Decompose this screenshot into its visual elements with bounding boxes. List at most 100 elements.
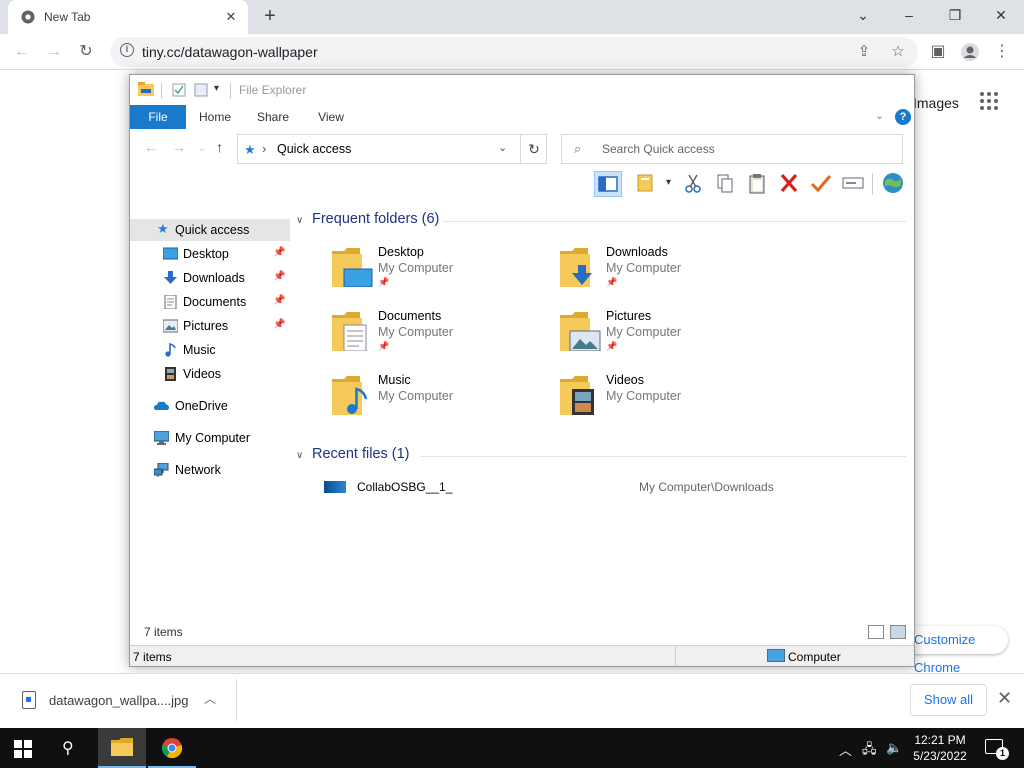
new-folder-qat-icon[interactable] <box>194 83 208 97</box>
properties-qat-icon[interactable] <box>172 83 186 97</box>
nav-item-network[interactable]: Network <box>130 459 290 481</box>
status-location: Computer <box>788 650 841 664</box>
recent-locations-icon[interactable]: ⌄ <box>198 143 206 154</box>
explorer-forward-icon[interactable]: → <box>172 139 186 155</box>
nav-item-quick-access[interactable]: ★ Quick access <box>130 219 290 241</box>
up-folder-icon[interactable]: ↑ <box>216 139 223 155</box>
ribbon-tab-share[interactable]: Share <box>250 105 296 129</box>
group-divider <box>420 456 906 457</box>
ribbon-expand-icon[interactable]: ⌄ <box>875 109 884 122</box>
bookmark-star-icon[interactable]: ☆ <box>890 44 906 60</box>
collapse-chevron-icon[interactable]: ∨ <box>296 450 312 461</box>
forward-button[interactable]: → <box>42 40 66 64</box>
site-info-icon[interactable]: i <box>120 43 134 57</box>
pin-icon[interactable]: 📌 <box>273 247 285 258</box>
action-center-icon[interactable]: 1 <box>985 739 1009 760</box>
nav-item-music[interactable]: Music <box>130 339 290 361</box>
tab-close-icon[interactable]: ✕ <box>222 8 240 26</box>
nav-item-videos[interactable]: Videos <box>130 363 290 385</box>
customize-chrome-button[interactable]: Customize Chrome <box>900 626 1008 675</box>
frequent-folders-header[interactable]: ∨ Frequent folders (6) <box>296 211 439 233</box>
nav-item-desktop[interactable]: Desktop 📌 <box>130 243 290 265</box>
taskbar-chrome[interactable] <box>148 728 196 768</box>
ribbon-tab-view[interactable]: View <box>308 105 354 129</box>
minimize-button[interactable]: – <box>886 0 932 32</box>
recent-files-header[interactable]: ∨ Recent files (1) <box>296 446 410 468</box>
folder-tile-desktop[interactable]: Desktop My Computer 📌 <box>332 243 552 303</box>
windows-start-icon[interactable] <box>14 740 32 758</box>
breadcrumb-quick-access[interactable]: Quick access <box>277 142 351 156</box>
nav-label: Quick access <box>175 223 250 237</box>
folder-tile-pictures[interactable]: Pictures My Computer 📌 <box>560 307 780 367</box>
network-globe-button[interactable] <box>880 171 908 197</box>
chrome-menu-icon[interactable]: ⋮ <box>990 40 1014 64</box>
url-text[interactable]: tiny.cc/datawagon-wallpaper <box>142 44 318 60</box>
share-icon[interactable]: ⇪ <box>856 44 872 60</box>
paste-icon <box>749 174 765 194</box>
reload-button[interactable]: ↻ <box>74 40 98 64</box>
recent-file-row[interactable]: CollabOSBG__1_ My Computer\Downloads <box>324 476 884 498</box>
ribbon-tab-home[interactable]: Home <box>192 105 238 129</box>
ribbon-tab-file[interactable]: File <box>130 105 186 129</box>
explorer-back-icon[interactable]: ← <box>144 139 158 155</box>
folder-tile-downloads[interactable]: Downloads My Computer 📌 <box>560 243 780 303</box>
tab-new-tab[interactable]: New Tab ✕ <box>8 0 248 34</box>
layout-dropdown-icon[interactable]: ▾ <box>666 177 671 188</box>
pin-icon[interactable]: 📌 <box>273 271 285 282</box>
folder-tile-videos[interactable]: Videos My Computer <box>560 371 780 431</box>
show-all-button[interactable]: Show all <box>910 684 987 716</box>
nav-item-onedrive[interactable]: OneDrive <box>130 395 290 417</box>
refresh-icon[interactable]: ↻ <box>520 135 547 163</box>
collapse-chevron-icon[interactable]: ∨ <box>296 215 312 226</box>
chrome-favicon-icon <box>21 10 35 24</box>
download-options-chevron-icon[interactable]: ︿ <box>204 690 216 707</box>
back-button[interactable]: ← <box>10 40 34 64</box>
close-shelf-icon[interactable]: ✕ <box>997 688 1012 709</box>
address-bar[interactable]: i tiny.cc/datawagon-wallpaper ⇪ ☆ <box>110 37 918 67</box>
close-window-button[interactable]: ✕ <box>978 0 1024 32</box>
select-check-button[interactable] <box>808 171 836 197</box>
breadcrumb-chevron-icon[interactable]: › <box>262 141 266 156</box>
delete-button[interactable] <box>776 171 804 197</box>
quick-access-star-icon: ★ <box>244 142 256 157</box>
explorer-search-input[interactable]: ⌕ Search Quick access <box>561 134 903 164</box>
side-panel-icon[interactable]: ▣ <box>926 40 950 64</box>
nav-item-pictures[interactable]: Pictures 📌 <box>130 315 290 337</box>
explorer-titlebar: ▾ File Explorer <box>130 75 914 105</box>
pin-icon[interactable]: 📌 <box>273 295 285 306</box>
help-icon[interactable]: ? <box>895 109 911 125</box>
images-link[interactable]: Images <box>913 95 959 111</box>
search-icon[interactable]: ⚲ <box>62 738 82 758</box>
large-icons-view-icon[interactable] <box>890 625 906 639</box>
new-tab-button[interactable]: + <box>258 5 282 29</box>
copy-button[interactable] <box>712 171 740 197</box>
delete-x-icon <box>780 173 798 193</box>
cut-button[interactable] <box>680 171 708 197</box>
explorer-address-bar[interactable]: ★ › Quick access ⌄ ↻ <box>237 134 547 164</box>
system-clock[interactable]: 12:21 PM 5/23/2022 <box>900 732 980 764</box>
download-filename[interactable]: datawagon_wallpa....jpg <box>49 693 189 708</box>
nav-item-documents[interactable]: Documents 📌 <box>130 291 290 313</box>
details-view-icon[interactable] <box>868 625 884 639</box>
network-tray-icon[interactable]: 🖧 <box>862 740 877 762</box>
address-dropdown-icon[interactable]: ⌄ <box>498 141 507 154</box>
folder-tile-music[interactable]: Music My Computer <box>332 371 552 431</box>
preview-pane-button[interactable] <box>594 171 622 197</box>
layout-button[interactable] <box>634 171 662 197</box>
tab-search-icon[interactable]: ⌄ <box>840 0 886 32</box>
pin-icon[interactable]: 📌 <box>273 319 285 330</box>
qat-dropdown-icon[interactable]: ▾ <box>214 83 219 94</box>
nav-item-downloads[interactable]: Downloads 📌 <box>130 267 290 289</box>
paste-button[interactable] <box>744 171 772 197</box>
taskbar-file-explorer[interactable] <box>98 728 146 768</box>
show-hidden-icons-chevron-icon[interactable]: ︿ <box>839 740 852 759</box>
rename-button[interactable] <box>840 171 868 197</box>
restore-button[interactable]: ❐ <box>932 0 978 32</box>
nav-item-my-computer[interactable]: My Computer <box>130 427 290 449</box>
nav-label: Desktop <box>183 247 229 261</box>
google-apps-icon[interactable] <box>980 92 1000 112</box>
profile-avatar-icon[interactable] <box>958 40 982 64</box>
folder-tile-documents[interactable]: Documents My Computer 📌 <box>332 307 552 367</box>
film-strip-icon <box>165 367 176 381</box>
computer-icon <box>154 431 169 445</box>
